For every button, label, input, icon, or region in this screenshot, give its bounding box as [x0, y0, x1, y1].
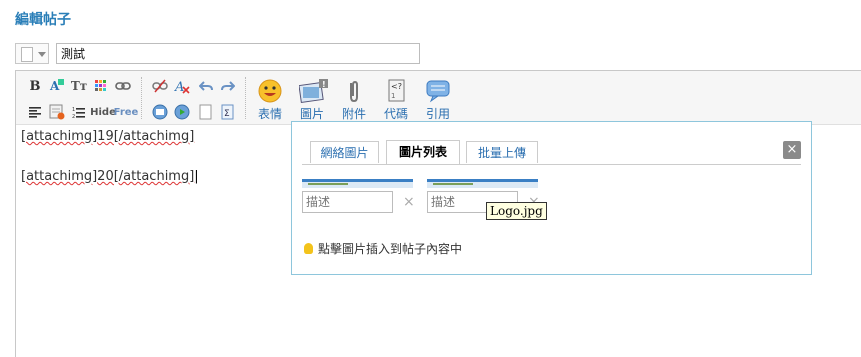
image-thumbnail[interactable]	[427, 179, 538, 188]
undo-button[interactable]	[197, 77, 215, 95]
media-icon	[174, 104, 190, 120]
ordered-list-button[interactable]: 12	[70, 103, 88, 121]
quote-button[interactable]: 引用	[418, 79, 458, 122]
formula-button[interactable]: Σ	[219, 103, 237, 121]
svg-text:1: 1	[391, 92, 395, 100]
document-icon	[21, 47, 33, 62]
quote-label: 引用	[425, 107, 450, 121]
svg-text:2: 2	[72, 114, 75, 119]
page-icon	[199, 104, 212, 120]
emoticon-button[interactable]: 表情	[250, 79, 290, 122]
post-type-selector[interactable]	[15, 43, 49, 64]
remove-format-button[interactable]: A	[173, 77, 191, 95]
tab-image-list[interactable]: 圖片列表	[386, 140, 460, 164]
link-button[interactable]	[114, 77, 132, 95]
smiley-icon	[257, 79, 283, 103]
color-grid-button[interactable]	[92, 77, 110, 95]
code-icon: <? 1	[383, 79, 409, 103]
hide-button[interactable]: Hide	[90, 103, 116, 121]
lightbulb-icon	[304, 243, 313, 254]
image-dialog: 網絡圖片 圖片列表 批量上傳 × × × Logo.jpg 點擊圖片插入到帖子內…	[291, 121, 812, 275]
svg-text:!: !	[322, 80, 326, 89]
svg-text:1: 1	[72, 107, 75, 113]
link-icon	[115, 82, 131, 90]
media-button[interactable]	[173, 103, 191, 121]
free-button[interactable]: Free	[114, 103, 139, 121]
flash-button[interactable]	[151, 103, 169, 121]
image-thumbnail[interactable]	[302, 179, 413, 188]
svg-text:A: A	[174, 80, 184, 94]
image-dialog-tabs: 網絡圖片 圖片列表 批量上傳	[302, 140, 801, 165]
align-left-icon	[29, 107, 41, 118]
toolbar-separator	[245, 77, 247, 119]
tab-web-image[interactable]: 網絡圖片	[310, 141, 379, 163]
editor-content[interactable]: [attachimg]19[/attachimg] [attachimg]20[…	[21, 127, 199, 187]
color-grid-icon	[95, 80, 106, 91]
font-color-button[interactable]: A	[48, 77, 66, 95]
attachment-button[interactable]: 附件	[334, 79, 374, 122]
image-label: 圖片	[299, 107, 324, 121]
code-label: 代碼	[383, 107, 408, 121]
content-line: [attachimg]19[/attachimg]	[21, 129, 195, 144]
font-color-icon: A	[49, 79, 64, 93]
attachment-label: 附件	[341, 107, 366, 121]
image-icon: !	[298, 79, 328, 104]
emoticon-label: 表情	[257, 107, 282, 121]
align-left-button[interactable]	[26, 103, 44, 121]
unlink-button[interactable]	[151, 77, 169, 95]
svg-text:Σ: Σ	[224, 109, 230, 119]
toolbar-separator	[141, 77, 143, 119]
remove-format-icon: A	[174, 80, 190, 94]
content-line: [attachimg]20[/attachimg]|	[21, 169, 199, 184]
image-description-input[interactable]	[302, 191, 393, 213]
code-button[interactable]: <? 1 代碼	[376, 79, 416, 122]
quote-icon	[425, 79, 451, 103]
editor-toolbar: B A Tт A 1 2 Hide Free Σ 表情 ! 圖片 附件 <? 1…	[16, 71, 861, 125]
undo-icon	[199, 81, 213, 91]
page-title: 編輯帖子	[15, 12, 71, 28]
flash-icon	[152, 104, 168, 120]
content-line-empty	[21, 147, 199, 167]
tab-batch-upload[interactable]: 批量上傳	[466, 141, 538, 163]
insert-hint-text: 點擊圖片插入到帖子內容中	[318, 242, 463, 256]
image-button[interactable]: ! 圖片	[292, 79, 332, 122]
close-button[interactable]: ×	[783, 141, 801, 159]
redo-button[interactable]	[219, 77, 237, 95]
formula-icon: Σ	[221, 104, 234, 120]
redo-icon	[221, 81, 235, 91]
delete-image-icon[interactable]: ×	[403, 194, 415, 210]
page-button[interactable]	[197, 103, 215, 121]
post-title-input[interactable]	[56, 43, 420, 64]
table-button[interactable]	[48, 103, 66, 121]
insert-hint: 點擊圖片插入到帖子內容中	[304, 240, 462, 257]
chevron-down-icon	[38, 52, 46, 57]
bold-button[interactable]: B	[26, 77, 44, 95]
image-filename-tooltip: Logo.jpg	[486, 202, 547, 220]
paperclip-icon	[341, 79, 367, 103]
ordered-list-icon: 12	[72, 107, 85, 119]
svg-text:<?: <?	[391, 82, 402, 91]
table-icon	[49, 104, 65, 120]
font-size-button[interactable]: Tт	[70, 77, 88, 95]
unlink-icon	[152, 79, 168, 93]
